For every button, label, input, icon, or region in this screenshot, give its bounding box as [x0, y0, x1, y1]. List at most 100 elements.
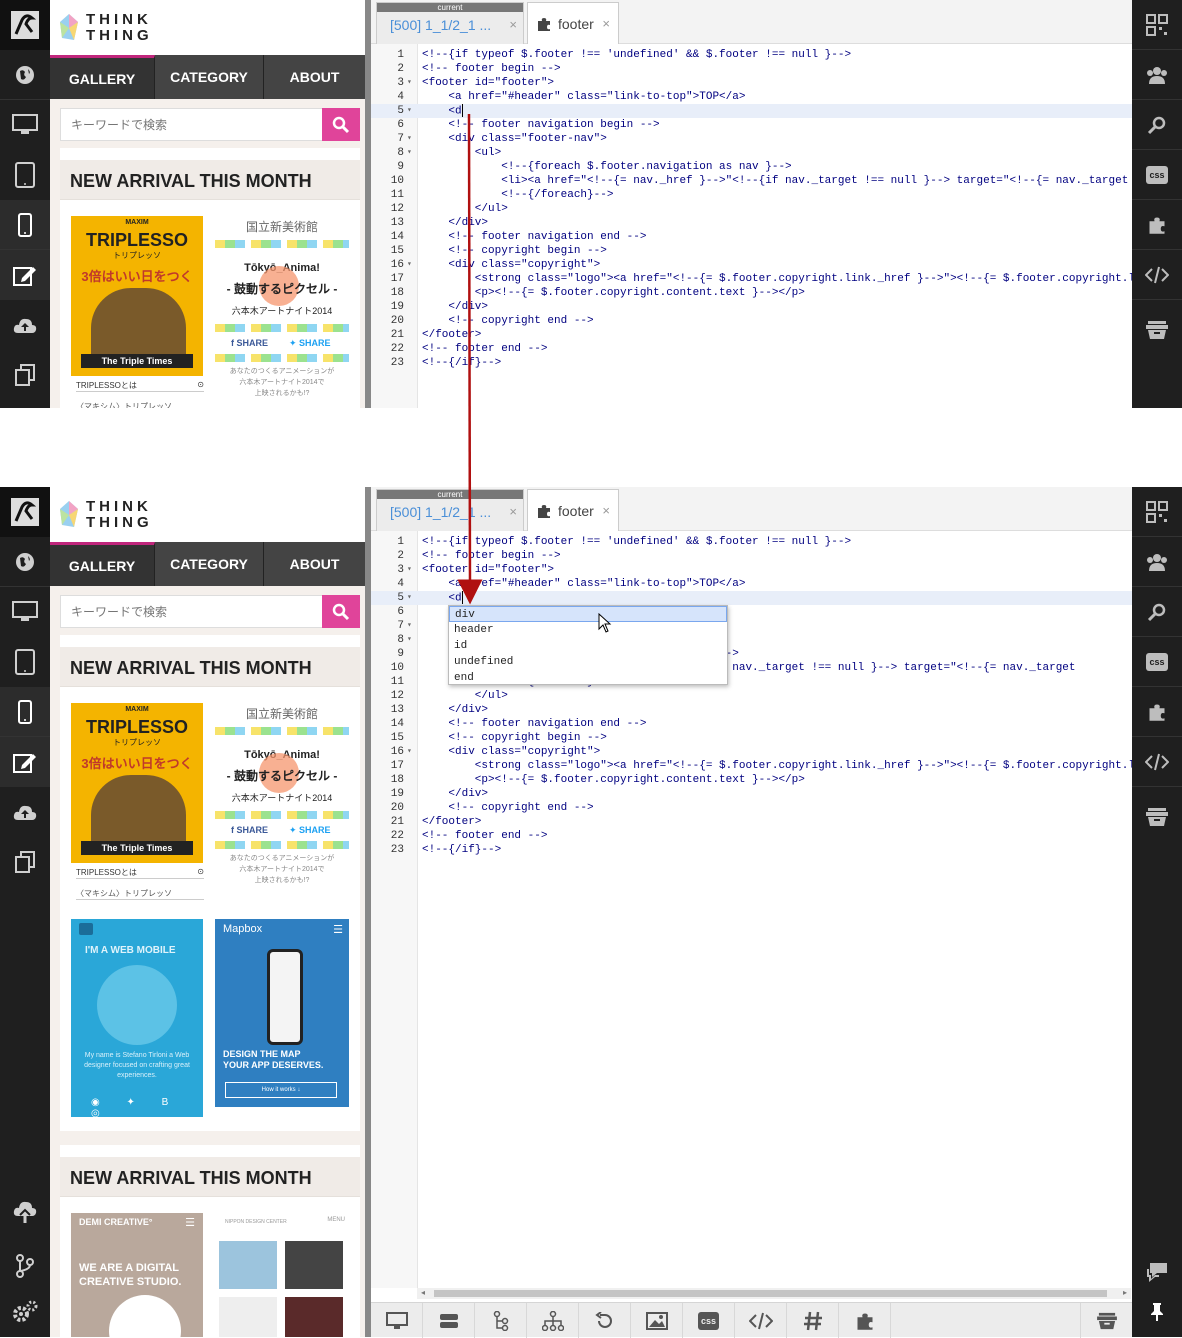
horizontal-scrollbar[interactable]: ◂ ▸	[417, 1288, 1131, 1299]
think-thing-logo[interactable]	[58, 12, 80, 44]
search-icon[interactable]	[1132, 587, 1182, 637]
tab-current-page[interactable]: current [500] 1_1/2_1 ... ×	[376, 2, 524, 44]
close-icon[interactable]: ×	[509, 17, 517, 32]
code-line[interactable]: 23 <!--{/if}-->	[371, 356, 1132, 370]
archive-icon[interactable]	[1080, 1303, 1132, 1338]
users-icon[interactable]	[1132, 50, 1182, 100]
nav-about[interactable]: ABOUT	[264, 542, 365, 586]
code-line[interactable]: 5 ▾ <d	[371, 104, 1132, 118]
globe-icon[interactable]	[0, 50, 50, 100]
code-line[interactable]: 3 ▾ <footer id="footer">	[371, 76, 1132, 90]
code-line[interactable]: 19 </div>	[371, 787, 1132, 801]
cloud-upload-icon[interactable]	[0, 300, 50, 350]
fold-toggle-icon[interactable]: ▾	[407, 104, 415, 118]
code-line[interactable]: 23 <!--{/if}-->	[371, 843, 1132, 857]
code-line[interactable]: 13 </div>	[371, 216, 1132, 230]
code-line[interactable]: 18 <p><!--{= $.footer.copyright.content.…	[371, 773, 1132, 787]
code-line[interactable]: 8▾ <ul>	[371, 146, 1132, 160]
fold-toggle-icon[interactable]: ▾	[407, 619, 415, 633]
archive-icon[interactable]	[1132, 305, 1182, 355]
search-input[interactable]	[61, 109, 323, 140]
code-line[interactable]: 21 </footer>	[371, 328, 1132, 342]
menu-icon[interactable]	[79, 923, 93, 935]
code-line[interactable]: 16 ▾ <div class="copyright">	[371, 258, 1132, 272]
search-button[interactable]	[322, 108, 360, 141]
code-line[interactable]: 9 <!--{foreach $.footer.navigation as na…	[371, 160, 1132, 174]
pin-icon[interactable]	[1132, 1287, 1182, 1337]
app-logo-icon[interactable]	[0, 487, 50, 537]
edit-icon[interactable]	[0, 250, 50, 300]
search-button[interactable]	[322, 595, 360, 628]
tree-icon[interactable]	[475, 1303, 527, 1338]
how-it-works-button[interactable]: How it works ↓	[225, 1082, 337, 1098]
code-editor[interactable]: 1 <!--{if typeof $.footer !== 'undefined'…	[371, 44, 1135, 408]
css-icon[interactable]: css	[1132, 150, 1182, 200]
nav-category[interactable]: CATEGORY	[155, 542, 264, 586]
search-icon[interactable]	[1132, 100, 1182, 150]
fold-toggle-icon[interactable]: ▾	[407, 745, 415, 759]
code-icon[interactable]	[1132, 737, 1182, 787]
desktop-icon[interactable]	[0, 100, 50, 150]
app-logo-icon[interactable]	[0, 0, 50, 50]
layout-icon[interactable]	[423, 1303, 475, 1338]
share-facebook[interactable]: f SHARE	[231, 338, 268, 348]
globe-icon[interactable]	[0, 537, 50, 587]
tab-footer[interactable]: footer ×	[527, 489, 619, 532]
code-line[interactable]: 15 <!-- copyright begin -->	[371, 731, 1132, 745]
code-line[interactable]: 1 <!--{if typeof $.footer !== 'undefined'…	[371, 48, 1132, 62]
desktop-icon[interactable]	[371, 1303, 423, 1338]
qr-code-icon[interactable]	[1132, 0, 1182, 50]
puzzle-icon[interactable]	[1132, 687, 1182, 737]
upload-icon[interactable]	[0, 1187, 50, 1237]
close-icon[interactable]: ×	[509, 504, 517, 519]
code-line[interactable]: 12 </ul>	[371, 689, 1132, 703]
refresh-icon[interactable]	[579, 1303, 631, 1338]
code-line[interactable]: 21 </footer>	[371, 815, 1132, 829]
fold-toggle-icon[interactable]: ▾	[407, 146, 415, 160]
card-tokyo-anima[interactable]: 国立新美術館 Tōkyō_Anima! - 鼓動するピクセル - 六本木アートナ…	[215, 703, 349, 893]
code-line[interactable]: 17 <strong class="logo"><a href="<!--{= …	[371, 272, 1135, 286]
users-icon[interactable]	[1132, 537, 1182, 587]
fold-toggle-icon[interactable]: ▾	[407, 76, 415, 90]
code-line[interactable]: 20 <!-- copyright end -->	[371, 801, 1132, 815]
code-icon[interactable]	[735, 1303, 787, 1338]
puzzle-icon[interactable]	[839, 1303, 891, 1338]
code-line[interactable]: 10 <li><a href="<!--{= nav._href }-->"<!…	[371, 174, 1132, 188]
code-line[interactable]: 17 <strong class="logo"><a href="<!--{= …	[371, 759, 1135, 773]
code-line[interactable]: 22 <!-- footer end -->	[371, 829, 1132, 843]
archive-icon[interactable]	[1132, 792, 1182, 842]
nav-gallery[interactable]: GALLERY	[50, 542, 155, 586]
code-line[interactable]: 14 <!-- footer navigation end -->	[371, 230, 1132, 244]
share-facebook[interactable]: f SHARE	[231, 825, 268, 835]
code-line[interactable]: 15 <!-- copyright begin -->	[371, 244, 1132, 258]
fold-toggle-icon[interactable]: ▾	[407, 258, 415, 272]
scrollbar-thumb[interactable]	[434, 1290, 1107, 1297]
triplesso-caption[interactable]: TRIPLESSOとは ⊙	[76, 380, 204, 392]
hash-icon[interactable]	[787, 1303, 839, 1338]
share-twitter[interactable]: ✦ SHARE	[289, 338, 331, 349]
code-line[interactable]: 1 <!--{if typeof $.footer !== 'undefined'…	[371, 535, 1132, 549]
code-line[interactable]: 13 </div>	[371, 703, 1132, 717]
search-input[interactable]	[61, 596, 323, 627]
copy-icon[interactable]	[0, 350, 50, 400]
card-tokyo-anima[interactable]: 国立新美術館 Tōkyō_Anima! - 鼓動するピクセル - 六本木アートナ…	[215, 216, 349, 406]
nav-about[interactable]: ABOUT	[264, 55, 365, 99]
nav-category[interactable]: CATEGORY	[155, 55, 264, 99]
css-icon[interactable]: css	[683, 1303, 735, 1338]
code-icon[interactable]	[1132, 250, 1182, 300]
think-thing-logo[interactable]	[58, 499, 80, 531]
social-icons[interactable]: ◉ ✦ B ◎	[91, 1097, 203, 1117]
branch-icon[interactable]	[0, 1241, 50, 1291]
desktop-icon[interactable]	[0, 587, 50, 637]
card-triplesso[interactable]: MAXIM TRIPLESSO トリプレッソ 3倍はいい日をつくる。 The T…	[71, 703, 203, 863]
tablet-icon[interactable]	[0, 150, 50, 200]
menu-icon[interactable]: ☰	[333, 923, 343, 936]
puzzle-icon[interactable]	[1132, 200, 1182, 250]
code-line[interactable]: 7▾ <div class="footer-nav">	[371, 132, 1132, 146]
autocomplete-item-end[interactable]: end	[449, 670, 727, 686]
code-line[interactable]: 22 <!-- footer end -->	[371, 342, 1132, 356]
code-line[interactable]: 6 <!-- footer navigation begin -->	[371, 118, 1132, 132]
sitemap-icon[interactable]	[527, 1303, 579, 1338]
share-twitter[interactable]: ✦ SHARE	[289, 825, 331, 836]
scroll-right-icon[interactable]: ▸	[1123, 1288, 1127, 1297]
